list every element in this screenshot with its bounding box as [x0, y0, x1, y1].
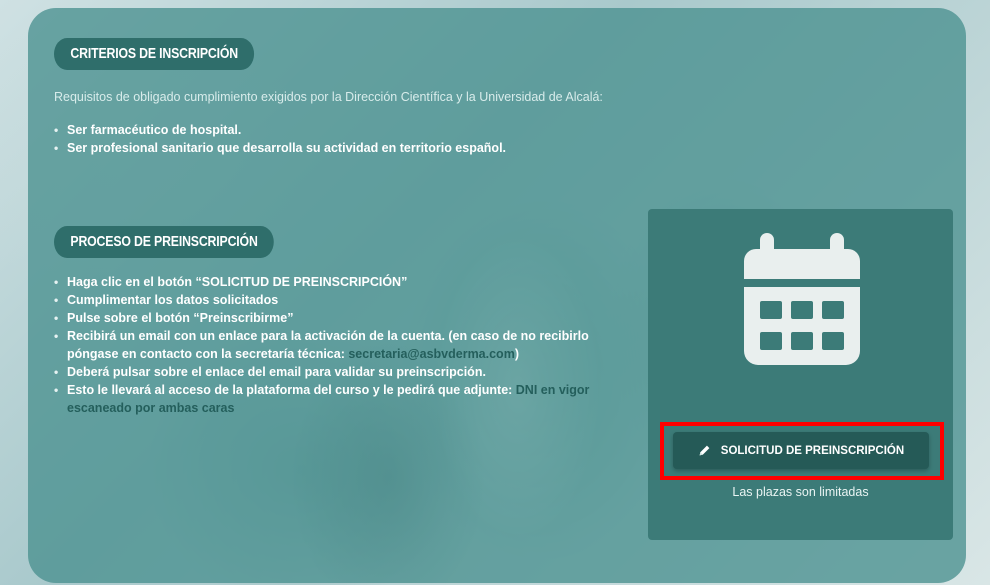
calendar-icon — [744, 233, 860, 365]
proceso-heading: Proceso de preinscripción — [54, 226, 275, 258]
info-panel: Criterios de inscripción Requisitos de o… — [28, 8, 966, 583]
list-item: Pulse sobre el botón “Preinscribirme” — [54, 309, 634, 327]
list-item: Ser farmacéutico de hospital. — [54, 121, 506, 139]
limited-places-note: Las plazas son limitadas — [732, 485, 869, 499]
pencil-icon — [699, 445, 710, 456]
criterios-list: Ser farmacéutico de hospital. Ser profes… — [54, 121, 506, 157]
preinscription-button[interactable]: SOLICITUD DE PREINSCRIPCIÓN — [673, 432, 929, 469]
proceso-list: Haga clic en el botón “SOLICITUD DE PREI… — [54, 273, 634, 417]
preinscription-button-label: SOLICITUD DE PREINSCRIPCIÓN — [720, 444, 905, 457]
list-item: Deberá pulsar sobre el enlace del email … — [54, 363, 634, 381]
list-item-text: Esto le llevará al acceso de la platafor… — [67, 383, 516, 397]
email-link[interactable]: secretaria@asbvderma.com — [348, 347, 514, 361]
criterios-heading: Criterios de inscripción — [54, 38, 255, 70]
list-item: Recibirá un email con un enlace para la … — [54, 327, 634, 363]
list-item-text: ) — [514, 347, 519, 361]
list-item: Ser profesional sanitario que desarrolla… — [54, 139, 506, 157]
preinscription-card: SOLICITUD DE PREINSCRIPCIÓN Las plazas s… — [648, 209, 953, 540]
list-item: Haga clic en el botón “SOLICITUD DE PREI… — [54, 273, 634, 291]
list-item: Esto le llevará al acceso de la platafor… — [54, 381, 634, 417]
criterios-intro: Requisitos de obligado cumplimiento exig… — [54, 90, 603, 104]
list-item: Cumplimentar los datos solicitados — [54, 291, 634, 309]
